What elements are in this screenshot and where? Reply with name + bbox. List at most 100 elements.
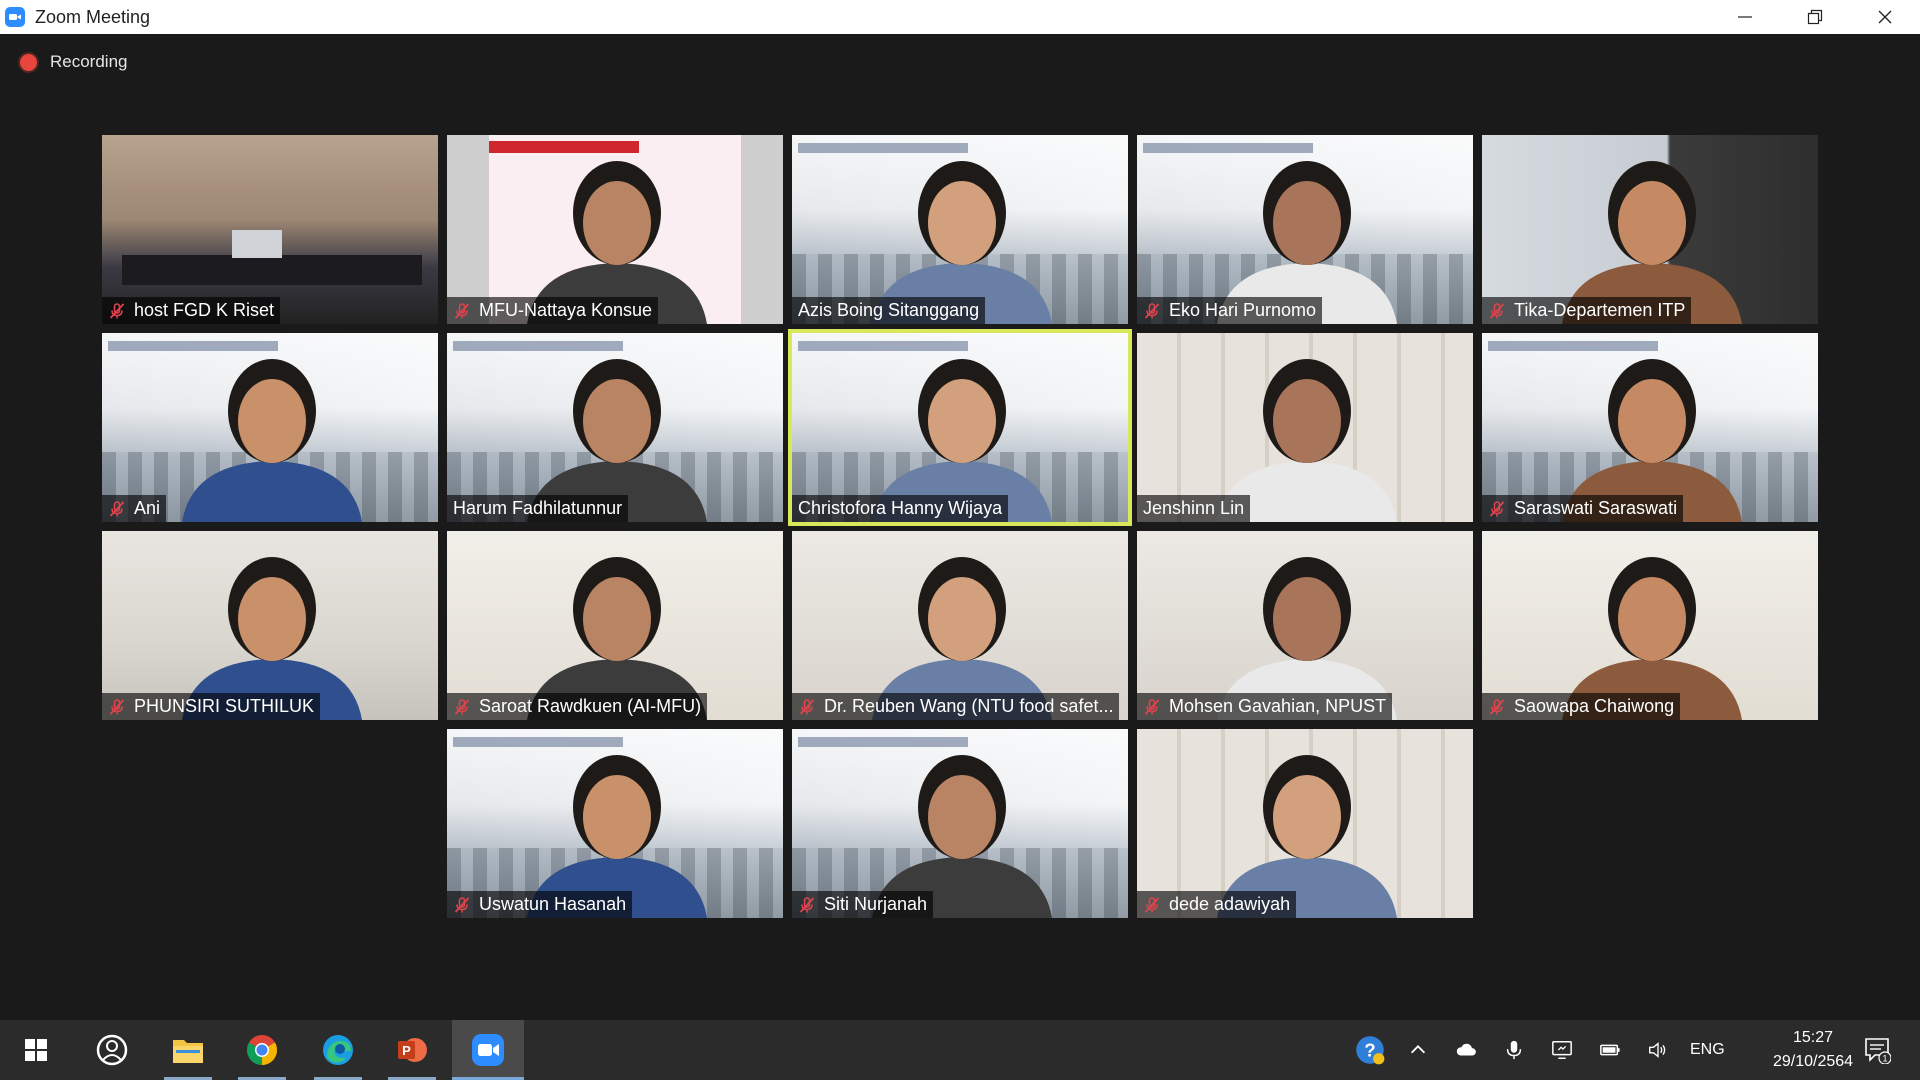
muted-microphone-icon [109,698,125,715]
participant-nameplate: Azis Boing Sitanggang [792,297,986,324]
participant-nameplate: Saraswati Saraswati [1482,495,1684,522]
video-feed [102,333,438,522]
video-feed [1137,531,1473,720]
help-question-icon: ? [1356,1036,1385,1065]
muted-microphone-icon [799,896,815,913]
participant-nameplate: Eko Hari Purnomo [1137,297,1323,324]
participant-tile[interactable]: host FGD K Riset [102,135,438,324]
video-feed [1482,333,1818,522]
windows-logo-icon [25,1039,47,1061]
muted-microphone-icon [454,896,470,913]
clock-date: 29/10/2564 [1772,1053,1854,1070]
participant-tile[interactable]: Uswatun Hasanah [447,729,783,918]
help-tray-button[interactable]: ? [1352,1020,1388,1080]
onedrive-tray-button[interactable] [1448,1020,1484,1080]
participant-name: Christofora Hanny Wijaya [798,498,1003,518]
participant-tile[interactable]: Mohsen Gavahian, NPUST [1137,531,1473,720]
microphone-icon [1506,1040,1522,1060]
participant-video-silhouette [527,161,707,324]
participant-video-silhouette [872,755,1052,918]
participant-video-silhouette [527,557,707,720]
participant-tile[interactable]: Azis Boing Sitanggang [792,135,1128,324]
participant-video-silhouette [1217,755,1397,918]
participant-tile[interactable]: Saroat Rawdkuen (AI-MFU) [447,531,783,720]
cortana-button[interactable] [76,1020,148,1080]
participant-video-silhouette [1217,161,1397,324]
video-feed [447,333,783,522]
chrome-button[interactable] [226,1020,298,1080]
participant-name: PHUNSIRI SUTHILUK [134,696,315,716]
powerpoint-button[interactable]: P [376,1020,448,1080]
video-feed [1137,135,1473,324]
participant-name: dede adawiyah [1169,894,1291,914]
participant-tile[interactable]: Eko Hari Purnomo [1137,135,1473,324]
participant-tile[interactable]: Saowapa Chaiwong [1482,531,1818,720]
participant-tile[interactable]: dede adawiyah [1137,729,1473,918]
participant-video-silhouette [1562,557,1742,720]
participant-name: Siti Nurjanah [824,894,928,914]
zoom-taskbar-button[interactable] [452,1020,524,1080]
participant-nameplate: host FGD K Riset [102,297,281,324]
muted-microphone-icon [109,500,125,517]
muted-microphone-icon [1489,500,1505,517]
file-explorer-button[interactable] [152,1020,224,1080]
show-hidden-icons-button[interactable] [1400,1020,1436,1080]
video-feed [792,333,1128,522]
participant-nameplate: Tika-Departemen ITP [1482,297,1692,324]
participant-nameplate: MFU-Nattaya Konsue [447,297,659,324]
participant-video-silhouette [872,557,1052,720]
participant-name: Harum Fadhilatunnur [453,498,623,518]
action-center-button[interactable]: 1 [1854,1020,1900,1080]
participant-nameplate: Saroat Rawdkuen (AI-MFU) [447,693,708,720]
participant-tile[interactable]: Harum Fadhilatunnur [447,333,783,522]
participant-tile[interactable]: Christofora Hanny Wijaya [788,329,1132,526]
participant-nameplate: Ani [102,495,167,522]
participant-tile[interactable]: Dr. Reuben Wang (NTU food safet... [792,531,1128,720]
chrome-icon [246,1035,278,1065]
participant-tile[interactable]: MFU-Nattaya Konsue [447,135,783,324]
volume-tray-button[interactable] [1640,1020,1676,1080]
participant-name: host FGD K Riset [134,300,275,320]
participant-video-silhouette [1562,161,1742,324]
participant-tile[interactable]: Saraswati Saraswati [1482,333,1818,522]
participant-tile[interactable]: PHUNSIRI SUTHILUK [102,531,438,720]
edge-button[interactable] [302,1020,374,1080]
participant-nameplate: Mohsen Gavahian, NPUST [1137,693,1393,720]
participant-name: Ani [134,498,161,518]
participant-video-silhouette [1217,557,1397,720]
notification-icon: 1 [1865,1038,1891,1064]
display-tray-button[interactable] [1544,1020,1580,1080]
microphone-tray-button[interactable] [1496,1020,1532,1080]
participant-nameplate: Christofora Hanny Wijaya [792,495,1009,522]
muted-microphone-icon [1144,698,1160,715]
participant-name: Dr. Reuben Wang (NTU food safet... [824,696,1114,716]
video-feed [447,531,783,720]
system-clock[interactable]: 15:27 29/10/2564 [1758,1026,1868,1074]
muted-microphone-icon [454,302,470,319]
video-feed [1482,531,1818,720]
participant-tile[interactable]: Jenshinn Lin [1137,333,1473,522]
video-feed [792,531,1128,720]
cloud-icon [1456,1043,1476,1056]
participant-name: Saowapa Chaiwong [1514,696,1675,716]
participant-name: Azis Boing Sitanggang [798,300,980,320]
participant-name: Jenshinn Lin [1143,498,1245,518]
meeting-room-scene [122,230,422,285]
participant-video-silhouette [872,161,1052,324]
participant-tile[interactable]: Siti Nurjanah [792,729,1128,918]
input-language-indicator[interactable]: ENG [1690,1020,1725,1080]
participant-video-silhouette [182,359,362,522]
svg-text:P: P [402,1043,411,1058]
muted-microphone-icon [1144,302,1160,319]
taskbar: P ? ENG 15:27 29/10/2564 1 [0,1020,1920,1080]
participant-name: Eko Hari Purnomo [1169,300,1317,320]
muted-microphone-icon [109,302,125,319]
battery-tray-button[interactable] [1592,1020,1628,1080]
start-button[interactable] [0,1020,72,1080]
powerpoint-icon: P [398,1038,427,1062]
participant-tile[interactable]: Ani [102,333,438,522]
muted-microphone-icon [1489,698,1505,715]
participant-tile[interactable]: Tika-Departemen ITP [1482,135,1818,324]
battery-icon [1600,1044,1620,1056]
participant-nameplate: PHUNSIRI SUTHILUK [102,693,321,720]
